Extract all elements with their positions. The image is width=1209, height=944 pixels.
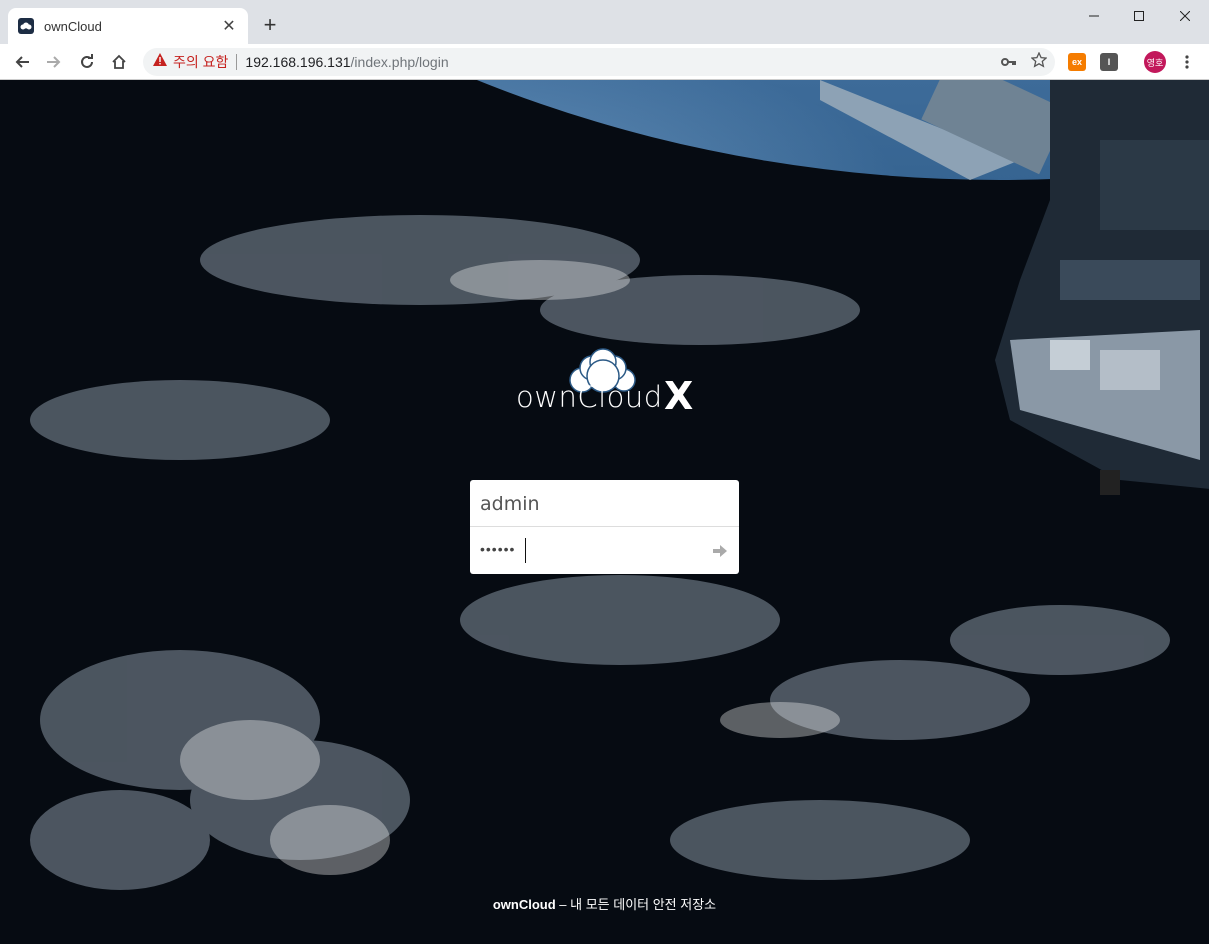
username-row — [470, 480, 739, 527]
window-close-icon[interactable] — [1162, 0, 1208, 32]
reload-icon[interactable] — [75, 50, 99, 74]
browser-toolbar: 주의 요함 192.168.196.131 /index.php/login e… — [0, 44, 1209, 80]
warning-icon[interactable] — [153, 53, 167, 71]
username-input[interactable] — [480, 493, 720, 515]
logo-version-x: X — [664, 374, 694, 418]
footer: ownCloud – 내 모든 데이터 안전 저장소 — [0, 894, 1209, 913]
password-input[interactable]: •••••• — [480, 541, 515, 557]
url-path: /index.php/login — [350, 54, 449, 70]
tab-strip: ownCloud ✕ + — [0, 0, 1209, 44]
url-host: 192.168.196.131 — [245, 54, 351, 70]
footer-tagline: – 내 모든 데이터 안전 저장소 — [555, 897, 717, 912]
satellite-image — [820, 80, 1209, 495]
extension-gray-icon[interactable]: I — [1100, 53, 1118, 71]
forward-icon[interactable] — [42, 50, 66, 74]
password-row: •••••• — [470, 527, 739, 574]
omnibox-divider — [236, 54, 238, 70]
login-page: ownCloud X •••••• ownCloud – 내 모든 데이터 안전… — [0, 80, 1209, 944]
profile-avatar[interactable]: 영호 — [1144, 51, 1166, 73]
footer-brand-link[interactable]: ownCloud — [493, 897, 556, 912]
logo-wordmark: ownCloud — [516, 380, 663, 414]
key-icon[interactable] — [1001, 54, 1017, 72]
security-warning-label[interactable]: 주의 요함 — [173, 52, 228, 72]
tab-title: ownCloud — [44, 18, 102, 34]
back-icon[interactable] — [10, 50, 34, 74]
new-tab-button[interactable]: + — [258, 14, 282, 38]
home-icon[interactable] — [107, 50, 131, 74]
browser-tab[interactable]: ownCloud ✕ — [8, 8, 248, 44]
maximize-icon[interactable] — [1116, 0, 1162, 32]
minimize-icon[interactable] — [1071, 0, 1117, 32]
menu-kebab-icon[interactable] — [1175, 50, 1199, 74]
login-form: •••••• — [470, 480, 739, 574]
owncloud-logo: ownCloud X — [516, 348, 696, 420]
login-submit-arrow-icon[interactable] — [711, 542, 729, 560]
extension-orange-icon[interactable]: ex — [1068, 53, 1086, 71]
text-caret — [525, 538, 526, 563]
address-bar[interactable]: 주의 요함 192.168.196.131 /index.php/login — [143, 48, 1055, 76]
tab-close-icon[interactable]: ✕ — [220, 17, 238, 35]
owncloud-favicon-icon — [18, 18, 34, 34]
star-icon[interactable] — [1030, 51, 1048, 73]
